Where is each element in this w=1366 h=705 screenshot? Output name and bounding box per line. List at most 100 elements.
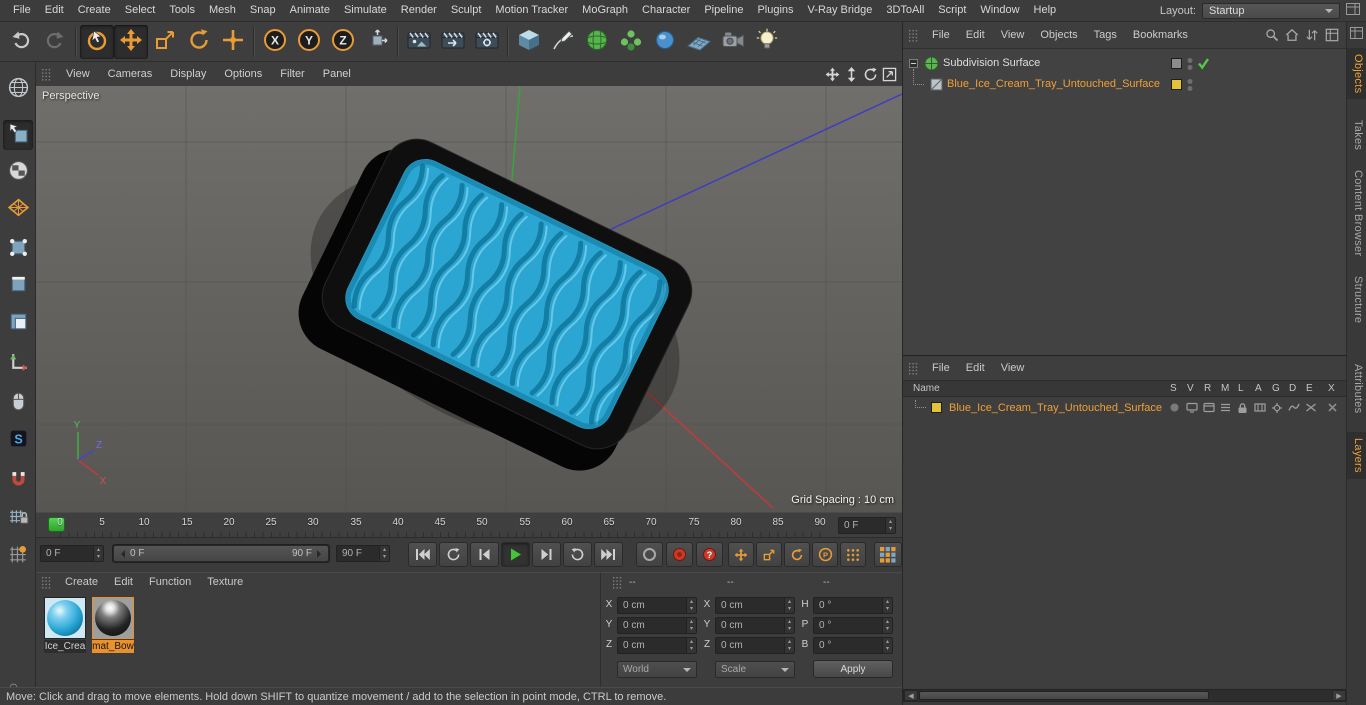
om-menu-file[interactable]: File <box>924 23 958 48</box>
stepper[interactable]: ▴ ▾ <box>784 598 794 613</box>
coords-header-rotation[interactable]: -- <box>823 577 830 588</box>
menu-item-create[interactable]: Create <box>71 0 118 21</box>
visibility-dots-icon[interactable] <box>1187 78 1193 95</box>
material-menu-edit[interactable]: Edit <box>106 573 141 591</box>
timeline-frame-field[interactable]: 0 F ▴ ▾ <box>838 517 896 534</box>
maximize-view-icon[interactable] <box>881 66 898 83</box>
light-button[interactable] <box>750 25 784 59</box>
play-button[interactable] <box>501 542 530 567</box>
panel-menu-icon[interactable] <box>1350 27 1363 42</box>
lock-toggle-icon[interactable] <box>1236 401 1249 414</box>
material-menu-function[interactable]: Function <box>141 573 199 591</box>
animation-toggle-icon[interactable] <box>1253 401 1266 414</box>
solo-toggle-icon[interactable] <box>1168 401 1181 414</box>
coord-system-dropdown[interactable]: World <box>617 661 697 678</box>
tab-takes[interactable]: Takes <box>1347 114 1366 156</box>
display-toggle-chip[interactable] <box>1171 58 1182 69</box>
pos-z-field[interactable]: 0 cm ▴ ▾ <box>617 637 697 654</box>
om-menu-edit[interactable]: Edit <box>958 23 993 48</box>
stepper[interactable]: ▴ ▾ <box>882 618 892 633</box>
menu-item-sculpt[interactable]: Sculpt <box>444 0 489 21</box>
object-tree[interactable]: Subdivision Surface Blue_Ice_Cream_Tray_… <box>903 48 1346 355</box>
undo-button[interactable] <box>4 25 38 59</box>
camera-label[interactable]: Perspective <box>42 90 99 102</box>
edges-mode-button[interactable] <box>3 271 33 301</box>
stepper[interactable]: ▴ ▾ <box>379 546 389 561</box>
lm-menu-edit[interactable]: Edit <box>958 359 993 377</box>
magnet-snap-button[interactable] <box>3 466 33 496</box>
rotate-tool-button[interactable] <box>182 25 216 59</box>
rot-b-field[interactable]: 0 ° ▴ ▾ <box>813 637 893 654</box>
current-frame-field[interactable]: 0 F ▴ ▾ <box>40 545 104 562</box>
floor-button[interactable] <box>682 25 716 59</box>
spline-pen-button[interactable] <box>546 25 580 59</box>
previous-frame-button[interactable] <box>470 542 499 567</box>
menu-item-character[interactable]: Character <box>635 0 697 21</box>
tab-layers[interactable]: Layers <box>1347 432 1366 479</box>
stepper[interactable]: ▴ ▾ <box>885 518 895 533</box>
workplane-mode-button[interactable] <box>3 194 33 224</box>
om-menu-view[interactable]: View <box>993 23 1033 48</box>
next-frame-button[interactable] <box>532 542 561 567</box>
x-axis-lock-button[interactable]: X <box>258 25 292 59</box>
stepper[interactable]: ▴ ▾ <box>93 546 103 561</box>
menu-item-file[interactable]: File <box>6 0 38 21</box>
render-view-button[interactable] <box>402 25 436 59</box>
size-x-field[interactable]: 0 cm ▴ ▾ <box>715 597 795 614</box>
coords-header-size[interactable]: -- <box>727 577 734 588</box>
redo-button[interactable] <box>38 25 72 59</box>
column-v[interactable]: V <box>1187 383 1194 394</box>
range-right-handle-icon[interactable] <box>317 549 325 558</box>
render-settings-button[interactable] <box>470 25 504 59</box>
object-row-ice-cream-tray[interactable]: Blue_Ice_Cream_Tray_Untouched_Surface <box>903 69 1346 95</box>
generators-toggle-icon[interactable] <box>1270 401 1283 414</box>
viewport-menu-cameras[interactable]: Cameras <box>99 63 162 86</box>
stepper-up-icon[interactable]: ▴ <box>886 518 895 526</box>
stepper[interactable]: ▴ ▾ <box>686 638 696 653</box>
frame-icon[interactable] <box>1323 27 1340 44</box>
xref-toggle-icon[interactable] <box>1326 401 1339 414</box>
expressions-toggle-icon[interactable] <box>1304 401 1317 414</box>
key-pla-toggle[interactable] <box>840 542 866 567</box>
frame-range-slider[interactable]: 0 F 90 F <box>112 544 330 563</box>
column-name[interactable]: Name <box>913 383 940 394</box>
rot-p-field[interactable]: 0 ° ▴ ▾ <box>813 617 893 634</box>
goto-end-button[interactable] <box>594 542 623 567</box>
tab-structure[interactable]: Structure <box>1347 270 1366 329</box>
camera-button[interactable] <box>716 25 750 59</box>
range-left-handle-icon[interactable] <box>117 549 125 558</box>
horizontal-scrollbar[interactable]: ◀ ▶ <box>903 689 1347 702</box>
frame-range-bar[interactable]: 0 F 90 F <box>114 546 328 561</box>
key-rotation-toggle[interactable] <box>784 542 810 567</box>
stepper[interactable]: ▴ ▾ <box>686 598 696 613</box>
view-toggle-icon[interactable] <box>1185 401 1198 414</box>
apply-button[interactable]: Apply <box>813 660 893 678</box>
layer-color-chip[interactable] <box>931 402 942 413</box>
navigation-globe-button[interactable] <box>3 74 33 104</box>
enable-check-icon[interactable] <box>1197 57 1210 73</box>
play-loop-button[interactable] <box>563 542 592 567</box>
menu-item-animate[interactable]: Animate <box>283 0 337 21</box>
stepper-up-icon[interactable]: ▴ <box>380 546 389 554</box>
rot-h-field[interactable]: 0 ° ▴ ▾ <box>813 597 893 614</box>
search-icon[interactable] <box>1263 27 1280 44</box>
stepper[interactable]: ▴ ▾ <box>784 618 794 633</box>
column-e[interactable]: E <box>1306 383 1313 394</box>
lm-menu-view[interactable]: View <box>993 359 1033 377</box>
object-name-selected[interactable]: Blue_Ice_Cream_Tray_Untouched_Surface <box>947 74 1160 95</box>
coordinate-system-button[interactable] <box>360 25 394 59</box>
om-menu-objects[interactable]: Objects <box>1032 23 1085 48</box>
model-mode-button[interactable] <box>3 120 33 150</box>
menu-item-window[interactable]: Window <box>973 0 1026 21</box>
polygons-mode-button[interactable] <box>3 308 33 338</box>
simulate-button[interactable] <box>648 25 682 59</box>
viewport-interaction-button[interactable] <box>3 388 33 418</box>
viewport-menu-options[interactable]: Options <box>215 63 271 86</box>
record-button[interactable] <box>666 542 693 567</box>
points-mode-button[interactable] <box>3 234 33 264</box>
home-icon[interactable] <box>1283 27 1300 44</box>
texture-mode-button[interactable] <box>3 157 33 187</box>
coord-mode-dropdown[interactable]: Scale <box>715 661 795 678</box>
axis-mode-button[interactable] <box>3 348 33 378</box>
expander-icon[interactable] <box>909 59 918 68</box>
